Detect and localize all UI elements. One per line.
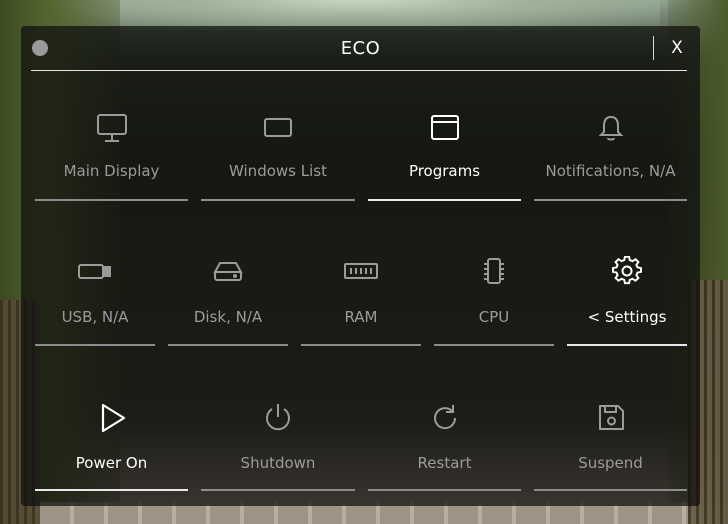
title-divider	[31, 70, 687, 71]
tile-label: CPU	[478, 308, 510, 326]
usb-drive-icon	[35, 256, 155, 290]
tile-label: Notifications, N/A	[545, 162, 676, 180]
save-icon	[534, 402, 687, 436]
hard-disk-icon	[168, 256, 288, 290]
tile-disk[interactable]: Disk, N/A	[168, 256, 288, 348]
eco-panel: ECO X Main Display Windows List Programs…	[21, 26, 700, 506]
tile-underline	[368, 489, 521, 491]
tile-label: Shutdown	[240, 454, 316, 472]
tile-settings[interactable]: < Settings	[567, 256, 687, 348]
tile-label: RAM	[344, 308, 378, 326]
tile-shutdown[interactable]: Shutdown	[201, 400, 355, 494]
play-icon	[35, 402, 188, 438]
tile-label: Main Display	[63, 162, 160, 180]
window-title: ECO	[340, 38, 381, 59]
tile-windows-list[interactable]: Windows List	[201, 110, 355, 204]
title-bar: ECO X	[21, 26, 700, 72]
tile-notifications[interactable]: Notifications, N/A	[534, 110, 687, 204]
power-icon	[201, 402, 355, 438]
tile-underline	[534, 199, 687, 201]
app-window-icon	[368, 113, 521, 147]
tile-underline	[35, 489, 188, 491]
tile-underline	[35, 344, 155, 346]
monitor-icon	[35, 113, 188, 147]
tile-underline	[567, 344, 687, 346]
tile-underline	[534, 489, 687, 491]
tile-label: Windows List	[229, 162, 327, 180]
tile-underline	[434, 344, 554, 346]
tile-underline	[168, 344, 288, 346]
tile-underline	[368, 199, 521, 201]
tile-underline	[201, 199, 355, 201]
tile-underline	[201, 489, 355, 491]
tile-label: USB, N/A	[61, 308, 129, 326]
tile-label: Power On	[75, 454, 148, 472]
tile-main-display[interactable]: Main Display	[35, 110, 188, 204]
tile-label: Suspend	[578, 454, 643, 472]
restart-icon	[368, 402, 521, 438]
tile-suspend[interactable]: Suspend	[534, 400, 687, 494]
tile-restart[interactable]: Restart	[368, 400, 521, 494]
title-separator	[653, 36, 654, 60]
tile-label: Restart	[417, 454, 472, 472]
tile-programs[interactable]: Programs	[368, 110, 521, 204]
cpu-chip-icon	[434, 256, 554, 290]
tile-usb[interactable]: USB, N/A	[35, 256, 155, 348]
tile-ram[interactable]: RAM	[301, 256, 421, 348]
close-button[interactable]: X	[665, 38, 689, 62]
tile-underline	[35, 199, 188, 201]
tile-power-on[interactable]: Power On	[35, 400, 188, 494]
bell-icon	[534, 113, 687, 147]
window-outline-icon	[201, 113, 355, 147]
tile-cpu[interactable]: CPU	[434, 256, 554, 348]
tile-underline	[301, 344, 421, 346]
tile-label: < Settings	[587, 308, 667, 326]
tile-label: Programs	[408, 162, 481, 180]
tile-label: Disk, N/A	[193, 308, 263, 326]
memory-icon	[301, 256, 421, 290]
gear-icon	[567, 256, 687, 290]
